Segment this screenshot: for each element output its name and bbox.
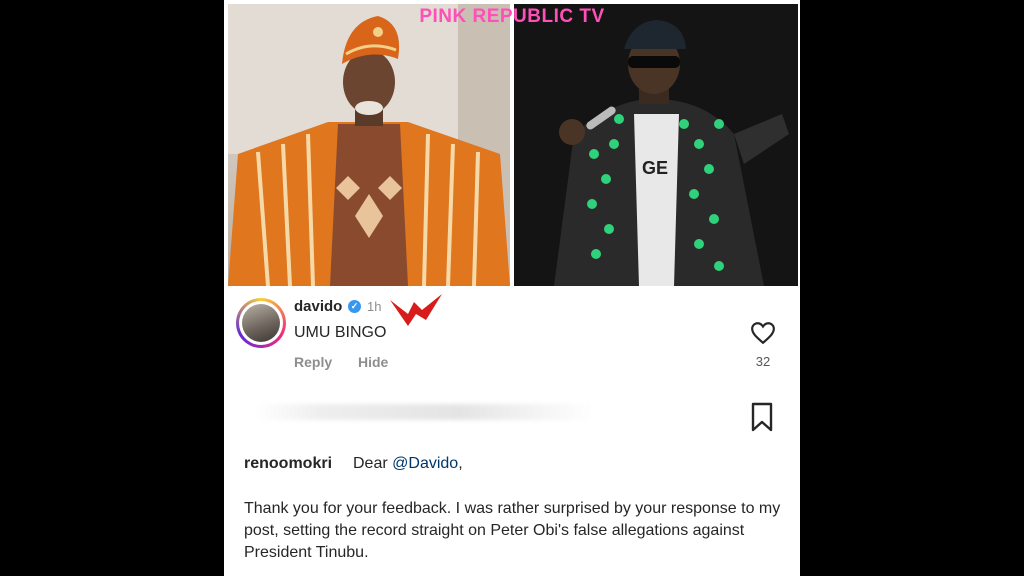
greeting-word: Dear (353, 455, 388, 472)
post-greeting: Dear @Davido, (353, 455, 463, 473)
comment-timestamp: 1h (367, 299, 382, 314)
heart-icon[interactable] (750, 320, 776, 346)
like-count: 32 (755, 354, 771, 369)
greeting-comma: , (458, 455, 463, 472)
verified-badge-icon: ✓ (348, 300, 361, 313)
performer-illustration: GE (514, 4, 798, 286)
avatar-photo (242, 304, 280, 342)
svg-text:GE: GE (642, 158, 668, 178)
comment-text: UMU BINGO (294, 324, 387, 341)
photo-performer-microphone: GE (514, 4, 798, 286)
comment-username[interactable]: davido (294, 298, 342, 315)
screenshot-panel: GE PINK REPUBLIC TV davido ✓ 1h UMU BING… (224, 0, 800, 576)
blurred-text (254, 404, 594, 420)
photo-man-orange-agbada (228, 4, 510, 286)
reply-button[interactable]: Reply (294, 354, 332, 370)
hide-button[interactable]: Hide (358, 354, 388, 370)
red-arrow-icon (390, 294, 442, 326)
post-body-text: Thank you for your feedback. I was rathe… (244, 500, 781, 561)
watermark: PINK REPUBLIC TV (419, 6, 605, 27)
orange-agbada-illustration (228, 4, 510, 286)
post-username[interactable]: renoomokri (244, 455, 332, 473)
bookmark-icon[interactable] (750, 402, 774, 432)
mention-link[interactable]: @Davido (392, 455, 458, 472)
avatar[interactable] (236, 298, 286, 348)
comment-item: davido ✓ 1h UMU BINGO Reply Hide 32 (224, 288, 800, 398)
